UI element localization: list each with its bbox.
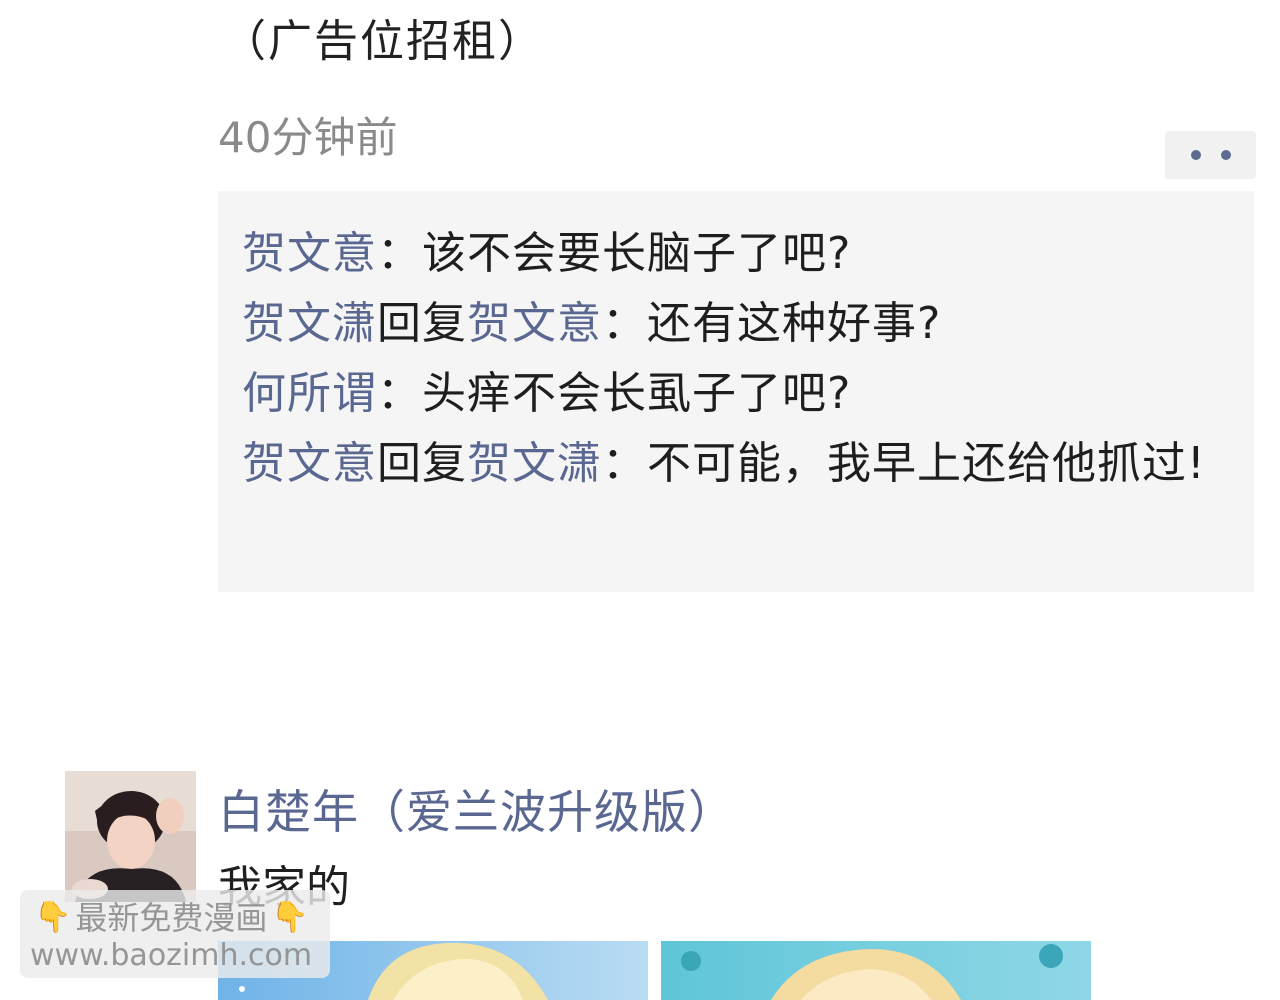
- reply-label: 回复: [377, 298, 467, 349]
- pointing-down-hand-icon: 👇: [271, 900, 309, 935]
- comment-author[interactable]: 贺文意: [242, 228, 377, 279]
- post-author-name[interactable]: 白楚年（爱兰波升级版）: [218, 780, 735, 844]
- comment-text: ：不可能，我早上还给他抓过!: [602, 438, 1206, 489]
- comment-text: ：还有这种好事?: [602, 298, 942, 349]
- reply-target[interactable]: 贺文潇: [467, 438, 602, 489]
- reply-label: 回复: [377, 438, 467, 489]
- comment-item[interactable]: 贺文意：该不会要长脑子了吧?: [242, 219, 1230, 289]
- previous-post-text: （广告位招租）: [222, 16, 544, 67]
- comment-author[interactable]: 何所谓: [242, 368, 377, 419]
- reply-target[interactable]: 贺文意: [467, 298, 602, 349]
- more-dots-icon: [1220, 150, 1231, 160]
- comment-author[interactable]: 贺文潇: [242, 298, 377, 349]
- watermark-url: www.baozimh.com: [30, 938, 313, 973]
- comment-text: ：头痒不会长虱子了吧?: [377, 368, 852, 419]
- comment-item[interactable]: 何所谓：头痒不会长虱子了吧?: [242, 359, 1230, 429]
- more-options-button[interactable]: [1165, 131, 1256, 179]
- post-image[interactable]: [661, 941, 1091, 1000]
- more-dots-icon: [1190, 150, 1201, 160]
- watermark-title: 最新免费漫画: [75, 899, 268, 937]
- comment-item[interactable]: 贺文潇回复贺文意：还有这种好事?: [242, 289, 1230, 359]
- comment-text: ：该不会要长脑子了吧?: [377, 228, 852, 279]
- comment-item[interactable]: 贺文意回复贺文潇：不可能，我早上还给他抓过!: [242, 429, 1230, 499]
- avatar[interactable]: [65, 771, 196, 902]
- watermark: 👇 最新免费漫画 👇 www.baozimh.com: [20, 890, 330, 978]
- comment-list: 贺文意：该不会要长脑子了吧? 贺文潇回复贺文意：还有这种好事? 何所谓：头痒不会…: [218, 191, 1254, 592]
- comment-author[interactable]: 贺文意: [242, 438, 377, 489]
- pointing-down-hand-icon: 👇: [34, 900, 72, 935]
- post-timestamp: 40分钟前: [218, 113, 398, 162]
